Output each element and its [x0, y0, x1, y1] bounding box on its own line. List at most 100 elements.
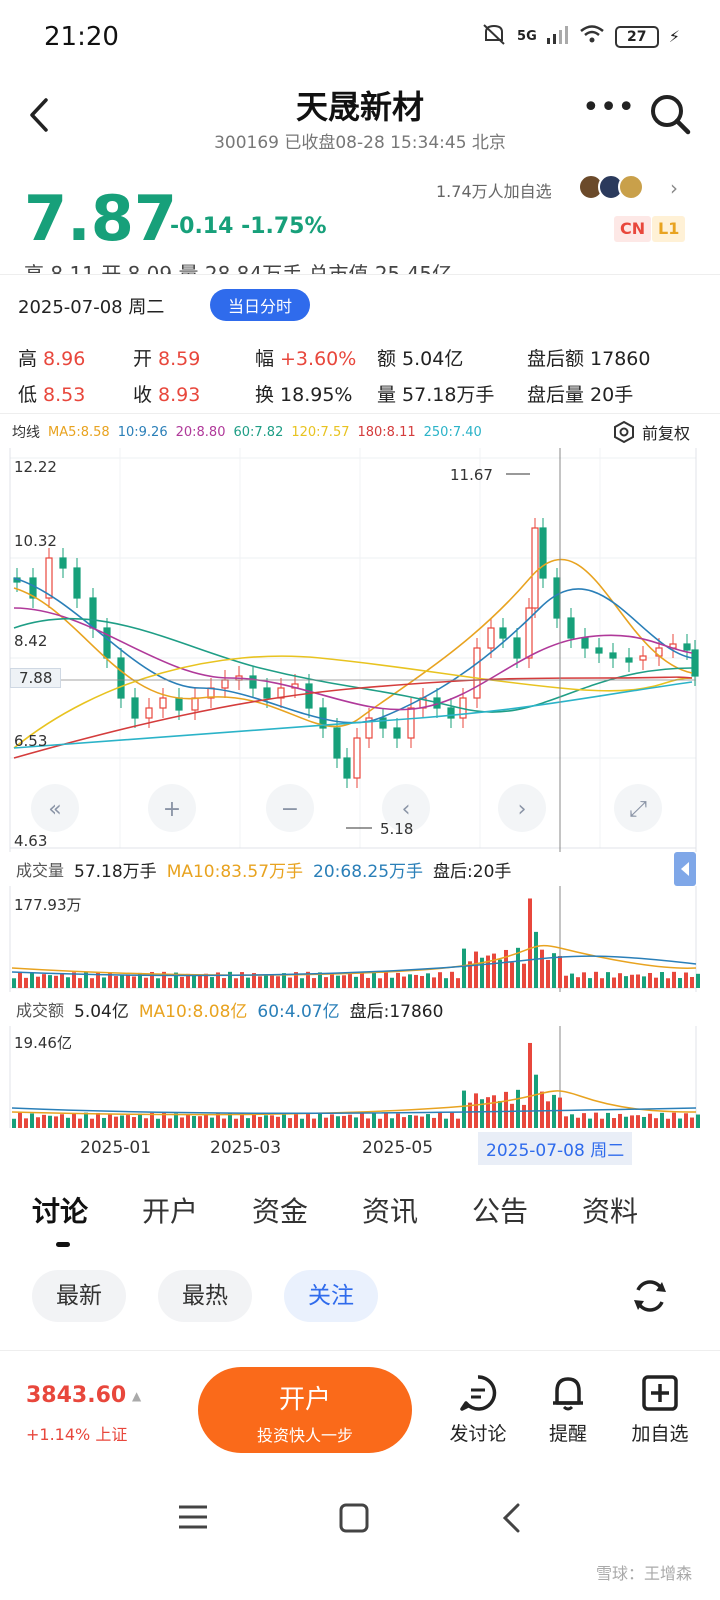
- tab-funds[interactable]: 资金: [252, 1190, 362, 1250]
- candle-body: [393, 727, 401, 739]
- wifi-icon: [579, 24, 605, 49]
- volume-bar: [90, 978, 94, 988]
- volume-bar: [666, 978, 670, 988]
- index-up-icon: ▲: [132, 1389, 142, 1403]
- kline-tooltip: 2025-07-08 周二 当日分时 高 8.96 开 8.59 幅 +3.60% 额…: [0, 274, 720, 414]
- volume-bar: [462, 948, 466, 988]
- moving-average-line: [13, 681, 693, 749]
- volume-bar: [300, 978, 304, 988]
- after-vol-label: 盘后量: [527, 383, 585, 406]
- settings-icon: [613, 420, 634, 444]
- ma10-value: 10:9.26: [117, 424, 168, 440]
- index-value[interactable]: 3843.60: [26, 1383, 126, 1408]
- candle-body: [609, 652, 617, 659]
- amount-bar: [684, 1113, 688, 1128]
- volume-bar: [156, 978, 160, 988]
- tab-announcements[interactable]: 公告: [472, 1190, 582, 1250]
- amount-bar: [54, 1116, 58, 1128]
- kline-chart-area[interactable]: « + − ‹ › ⤢ 12.22 10.32 8.42 6.53 4.63 7.88 1…: [0, 448, 720, 1168]
- back-nav-button[interactable]: [500, 1502, 524, 1538]
- refresh-button[interactable]: [628, 1274, 672, 1318]
- index-change[interactable]: +1.14% 上证: [26, 1421, 127, 1445]
- add-watchlist-button[interactable]: 加自选: [620, 1373, 700, 1446]
- open-account-button[interactable]: 开户 投资快人一步: [198, 1367, 412, 1453]
- intraday-button[interactable]: 当日分时: [210, 289, 311, 321]
- adjust-button[interactable]: 前复权: [612, 420, 690, 444]
- amount-bar: [426, 1114, 430, 1128]
- filter-latest[interactable]: 最新: [32, 1270, 126, 1322]
- tab-news[interactable]: 资讯: [362, 1190, 472, 1250]
- x-tick: 2025-03: [210, 1138, 282, 1158]
- follower-avatars[interactable]: [578, 174, 644, 200]
- x-tick: 2025-01: [80, 1138, 152, 1158]
- amount-bar: [504, 1091, 508, 1128]
- amount-ma60: 60:4.07亿: [257, 1001, 340, 1022]
- candle-body: [379, 717, 387, 729]
- amount-bar: [642, 1116, 646, 1128]
- reminder-button[interactable]: 提醒: [528, 1373, 608, 1446]
- volume-bar: [120, 974, 124, 988]
- candle-body: [625, 657, 633, 663]
- y-tick: 10.32: [14, 532, 57, 550]
- volume-bar: [498, 959, 502, 988]
- amount-bar: [540, 1091, 544, 1128]
- filter-following[interactable]: 关注: [284, 1270, 378, 1322]
- level-badge-l1[interactable]: L1: [652, 216, 686, 242]
- tab-profile[interactable]: 资料: [582, 1190, 692, 1250]
- mute-icon: [481, 22, 507, 51]
- candle-body: [487, 627, 495, 649]
- menu-nav-button[interactable]: [176, 1502, 210, 1536]
- amount-bar: [312, 1118, 316, 1128]
- post-discussion-button[interactable]: 发讨论: [438, 1373, 518, 1446]
- amount-bar: [672, 1112, 676, 1128]
- volume-bar: [456, 978, 460, 988]
- filter-hottest[interactable]: 最热: [158, 1270, 252, 1322]
- chevron-right-icon[interactable]: ›: [670, 176, 678, 200]
- collapse-panel-button[interactable]: [674, 852, 696, 886]
- candle-body: [89, 597, 97, 629]
- amount-bar: [342, 1115, 346, 1128]
- volume-bar: [648, 972, 652, 988]
- amount-bar: [468, 1102, 472, 1128]
- tab-open-account[interactable]: 开户: [142, 1190, 252, 1250]
- volume-bar: [450, 971, 454, 988]
- amount-bar: [576, 1117, 580, 1128]
- market-badge-cn[interactable]: CN: [614, 216, 652, 242]
- search-button[interactable]: [646, 90, 694, 140]
- volume-bar: [180, 976, 184, 988]
- system-nav-bar: [0, 1480, 720, 1570]
- volume-bar: [540, 949, 544, 988]
- amount-bar: [186, 1114, 190, 1128]
- volume-bar: [588, 978, 592, 988]
- ma120-value: 120:7.57: [291, 424, 350, 440]
- battery-icon: 27: [614, 25, 659, 48]
- volume-bar: [594, 971, 598, 988]
- volume-bar: [36, 976, 40, 988]
- volume-after: 盘后:20手: [433, 861, 512, 882]
- volume-bar: [198, 975, 202, 988]
- amount-bar: [600, 1118, 604, 1128]
- vol-label: 量: [377, 383, 397, 406]
- amount-bar: [324, 1117, 328, 1128]
- candle-body: [45, 557, 53, 599]
- post-discussion-label: 发讨论: [449, 1423, 507, 1445]
- x-axis: 2025-01 2025-03 2025-05 2025-07-08 周二: [0, 1132, 720, 1166]
- candle-body: [117, 657, 125, 699]
- current-price: 7.87: [24, 182, 177, 255]
- chart-nav-glyph: ‹: [402, 797, 411, 822]
- home-nav-button[interactable]: [338, 1502, 370, 1538]
- amount-bar: [72, 1113, 76, 1128]
- followers-count[interactable]: 1.74万人加自选: [436, 178, 552, 202]
- candle-body: [263, 687, 271, 699]
- more-button[interactable]: •••: [582, 90, 635, 134]
- volume-bar: [384, 971, 388, 988]
- moving-average-line: [13, 577, 693, 724]
- volume-bar: [642, 976, 646, 988]
- amount-bar: [432, 1117, 436, 1128]
- tab-discussion[interactable]: 讨论: [32, 1190, 142, 1250]
- open-value: 8.59: [158, 347, 201, 370]
- amount-bar: [582, 1113, 586, 1128]
- amount-bar: [570, 1114, 574, 1128]
- amount-bar: [288, 1118, 292, 1128]
- kline-chart[interactable]: « + − ‹ › ⤢: [0, 448, 720, 1168]
